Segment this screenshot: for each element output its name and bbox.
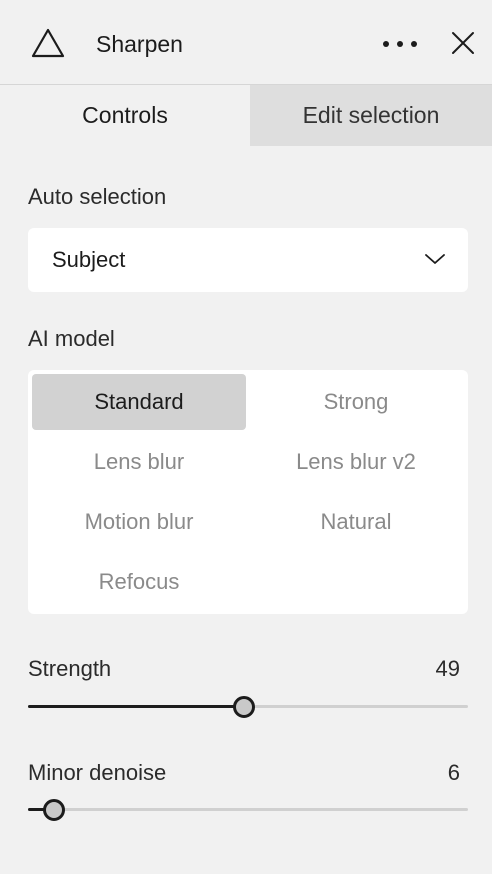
strength-slider[interactable] (28, 696, 468, 718)
panel-title: Sharpen (96, 31, 183, 57)
tab-controls[interactable]: Controls (0, 85, 250, 146)
model-option-motion-blur[interactable]: Motion blur (32, 494, 246, 550)
minor-denoise-value: 6 (447, 760, 460, 785)
model-option-refocus[interactable]: Refocus (32, 554, 246, 610)
model-option-natural[interactable]: Natural (249, 494, 463, 550)
model-option-strong[interactable]: Strong (249, 374, 463, 430)
strength-value: 49 (435, 656, 460, 681)
auto-selection-label: Auto selection (28, 184, 167, 209)
close-icon[interactable] (450, 30, 476, 56)
minor-denoise-slider[interactable] (28, 799, 468, 821)
strength-slider-fill (28, 705, 244, 708)
ai-model-grid: Standard Strong Lens blur Lens blur v2 M… (28, 370, 468, 614)
model-option-lens-blur[interactable]: Lens blur (32, 434, 246, 490)
strength-label: Strength (28, 656, 112, 681)
minor-denoise-slider-thumb[interactable] (43, 799, 66, 821)
minor-denoise-label: Minor denoise (28, 760, 167, 785)
panel-header: Sharpen (0, 0, 492, 85)
more-horizontal-icon[interactable] (380, 30, 420, 58)
ai-model-label: AI model (28, 326, 115, 351)
tab-edit-selection[interactable]: Edit selection (250, 85, 492, 146)
tab-bar: Controls Edit selection (0, 85, 492, 146)
model-option-standard[interactable]: Standard (32, 374, 246, 430)
chevron-down-icon (425, 254, 445, 264)
sharpen-panel: Sharpen Controls Edit selection Auto sel… (0, 0, 492, 874)
model-option-lens-blur-v2[interactable]: Lens blur v2 (249, 434, 463, 490)
auto-selection-value: Subject (52, 247, 126, 272)
strength-slider-thumb[interactable] (232, 696, 255, 718)
triangle-icon (31, 28, 65, 58)
auto-selection-dropdown[interactable]: Subject (28, 228, 468, 292)
